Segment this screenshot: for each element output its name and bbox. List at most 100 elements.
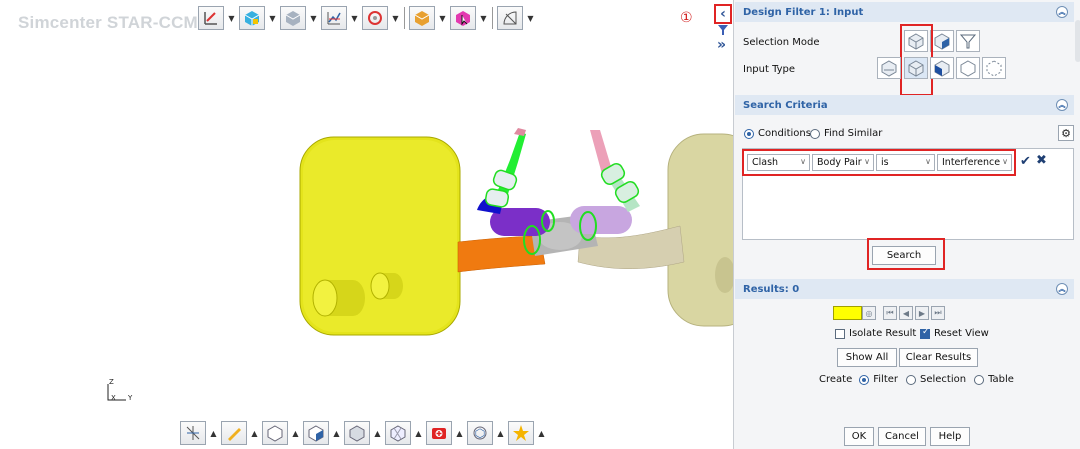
cube-mesh-icon[interactable] bbox=[385, 421, 411, 445]
chevron-up-icon[interactable]: ▲ bbox=[455, 421, 464, 445]
expand-double-chevron-icon[interactable]: » bbox=[717, 37, 726, 53]
result-color-swatch[interactable] bbox=[833, 306, 862, 320]
chevron-up-icon[interactable]: ▲ bbox=[496, 421, 505, 445]
input-body-icon[interactable] bbox=[904, 57, 928, 79]
first-result-icon[interactable]: ⏮ bbox=[883, 306, 897, 320]
plot-icon[interactable] bbox=[321, 6, 347, 30]
collapse-section-icon[interactable]: ︽ bbox=[1056, 99, 1068, 111]
highlight-box-search bbox=[867, 238, 945, 270]
apply-check-icon[interactable]: ✔ bbox=[1020, 154, 1031, 169]
filter-funnel-mode-icon[interactable] bbox=[956, 30, 980, 52]
radio-button-checked[interactable] bbox=[859, 374, 870, 385]
chevron-down-icon[interactable]: ▼ bbox=[227, 6, 236, 30]
chevron-up-icon[interactable]: ▲ bbox=[250, 421, 259, 445]
axes-triad: Z X Y bbox=[104, 378, 144, 408]
rotate-icon[interactable] bbox=[467, 421, 493, 445]
axis-y-label: Y bbox=[128, 394, 133, 402]
next-result-icon[interactable]: ▶ bbox=[915, 306, 929, 320]
scene-icon[interactable] bbox=[198, 6, 224, 30]
top-toolbar: ▼ ▼ ▼ ▼ ▼ ▼ ▼ ▼ bbox=[198, 6, 535, 30]
create-table-label: Table bbox=[988, 374, 1014, 385]
chevron-down-icon[interactable]: ▼ bbox=[350, 6, 359, 30]
help-button[interactable]: Help bbox=[930, 427, 970, 446]
chevron-down-icon[interactable]: ▼ bbox=[479, 6, 488, 30]
input-face-icon[interactable] bbox=[930, 57, 954, 79]
repair-icon[interactable] bbox=[426, 421, 452, 445]
plane-icon[interactable] bbox=[180, 421, 206, 445]
design-filter-header[interactable]: Design Filter 1: Input ︽ bbox=[735, 2, 1074, 22]
chevron-down-icon[interactable]: ▼ bbox=[268, 6, 277, 30]
chevron-up-icon[interactable]: ▲ bbox=[209, 421, 218, 445]
results-header[interactable]: Results: 0 ︽ bbox=[735, 279, 1074, 299]
annotation-marker: ① bbox=[680, 10, 693, 26]
scrollbar[interactable] bbox=[1075, 20, 1080, 62]
cube-outline-icon[interactable] bbox=[344, 421, 370, 445]
chevron-up-icon[interactable]: ▲ bbox=[291, 421, 300, 445]
conditions-radio[interactable]: Conditions bbox=[744, 128, 811, 139]
conditions-label: Conditions bbox=[758, 128, 811, 139]
chevron-up-icon[interactable]: ▲ bbox=[332, 421, 341, 445]
graphics-viewport[interactable]: Simcenter STAR-CCM+ ▼ ▼ ▼ ▼ ▼ ▼ ▼ ▼ ① ‹ … bbox=[0, 0, 733, 449]
clear-results-button[interactable]: Clear Results bbox=[899, 348, 978, 367]
previous-result-icon[interactable]: ◀ bbox=[899, 306, 913, 320]
remove-x-icon[interactable]: ✖ bbox=[1036, 153, 1047, 168]
bottom-toolbar: ▲ ▲ ▲ ▲ ▲ ▲ ▲ ▲ ▲ bbox=[180, 421, 546, 445]
cube-cut-icon[interactable] bbox=[303, 421, 329, 445]
select-icon[interactable] bbox=[450, 6, 476, 30]
chevron-up-icon[interactable]: ▲ bbox=[373, 421, 382, 445]
create-filter-label: Filter bbox=[873, 374, 898, 385]
radio-button[interactable] bbox=[906, 374, 916, 385]
chevron-down-icon[interactable]: ▼ bbox=[391, 6, 400, 30]
create-options: Create Filter Selection Table bbox=[819, 374, 1014, 385]
create-selection-label: Selection bbox=[920, 374, 967, 385]
chevron-up-icon[interactable]: ▲ bbox=[537, 421, 546, 445]
cube-wire-icon[interactable] bbox=[262, 421, 288, 445]
collapse-section-icon[interactable]: ︽ bbox=[1056, 6, 1068, 18]
checkbox-checked[interactable] bbox=[920, 327, 930, 339]
find-similar-label: Find Similar bbox=[824, 128, 883, 139]
chevron-up-icon[interactable]: ▲ bbox=[414, 421, 423, 445]
isolate-result-label: Isolate Result bbox=[849, 328, 917, 339]
checkbox[interactable] bbox=[835, 328, 845, 339]
color-picker-icon[interactable]: ◎ bbox=[862, 306, 876, 320]
collapse-panel-button[interactable]: ‹ bbox=[714, 4, 732, 24]
results-title: Results: 0 bbox=[743, 283, 800, 295]
pencil-icon[interactable] bbox=[221, 421, 247, 445]
ok-button[interactable]: OK bbox=[844, 427, 874, 446]
chevron-down-icon[interactable]: ▼ bbox=[526, 6, 535, 30]
input-vertex-icon[interactable] bbox=[982, 57, 1006, 79]
angle-icon[interactable] bbox=[497, 6, 523, 30]
reset-view-label: Reset View bbox=[934, 328, 989, 339]
search-criteria-title: Search Criteria bbox=[743, 99, 828, 111]
toolbar-separator bbox=[404, 7, 405, 29]
radio-button-checked[interactable] bbox=[744, 128, 754, 139]
search-criteria-header[interactable]: Search Criteria ︽ bbox=[735, 95, 1074, 115]
select-face-icon[interactable] bbox=[930, 30, 954, 52]
input-edge-icon[interactable] bbox=[956, 57, 980, 79]
toolbar-separator bbox=[492, 7, 493, 29]
input-assembly-icon[interactable] bbox=[877, 57, 901, 79]
show-all-button[interactable]: Show All bbox=[837, 348, 897, 367]
create-label: Create bbox=[819, 374, 853, 385]
find-similar-radio[interactable]: Find Similar bbox=[810, 128, 882, 139]
radio-button[interactable] bbox=[974, 374, 985, 385]
isolate-result-checkbox[interactable]: Isolate Result bbox=[835, 328, 916, 339]
cancel-button[interactable]: Cancel bbox=[878, 427, 926, 446]
chevron-down-icon[interactable]: ▼ bbox=[438, 6, 447, 30]
selection-mode-label: Selection Mode bbox=[743, 37, 820, 48]
highlight-box-criteria bbox=[742, 149, 1016, 176]
app-window: Simcenter STAR-CCM+ ▼ ▼ ▼ ▼ ▼ ▼ ▼ ▼ ① ‹ … bbox=[0, 0, 1080, 449]
chevron-down-icon[interactable]: ▼ bbox=[309, 6, 318, 30]
design-filter-panel: Design Filter 1: Input ︽ Selection Mode … bbox=[733, 0, 1080, 449]
display-icon[interactable] bbox=[409, 6, 435, 30]
vector-icon[interactable] bbox=[362, 6, 388, 30]
collapse-section-icon[interactable]: ︽ bbox=[1056, 283, 1068, 295]
last-result-icon[interactable]: ⏭ bbox=[931, 306, 945, 320]
radio-button[interactable] bbox=[810, 128, 820, 139]
gear-icon[interactable]: ⚙ bbox=[1058, 125, 1074, 141]
region-icon[interactable] bbox=[280, 6, 306, 30]
axis-z-label: Z bbox=[109, 378, 114, 386]
favorite-icon[interactable] bbox=[508, 421, 534, 445]
part-icon[interactable] bbox=[239, 6, 265, 30]
reset-view-checkbox[interactable]: Reset View bbox=[920, 327, 989, 339]
